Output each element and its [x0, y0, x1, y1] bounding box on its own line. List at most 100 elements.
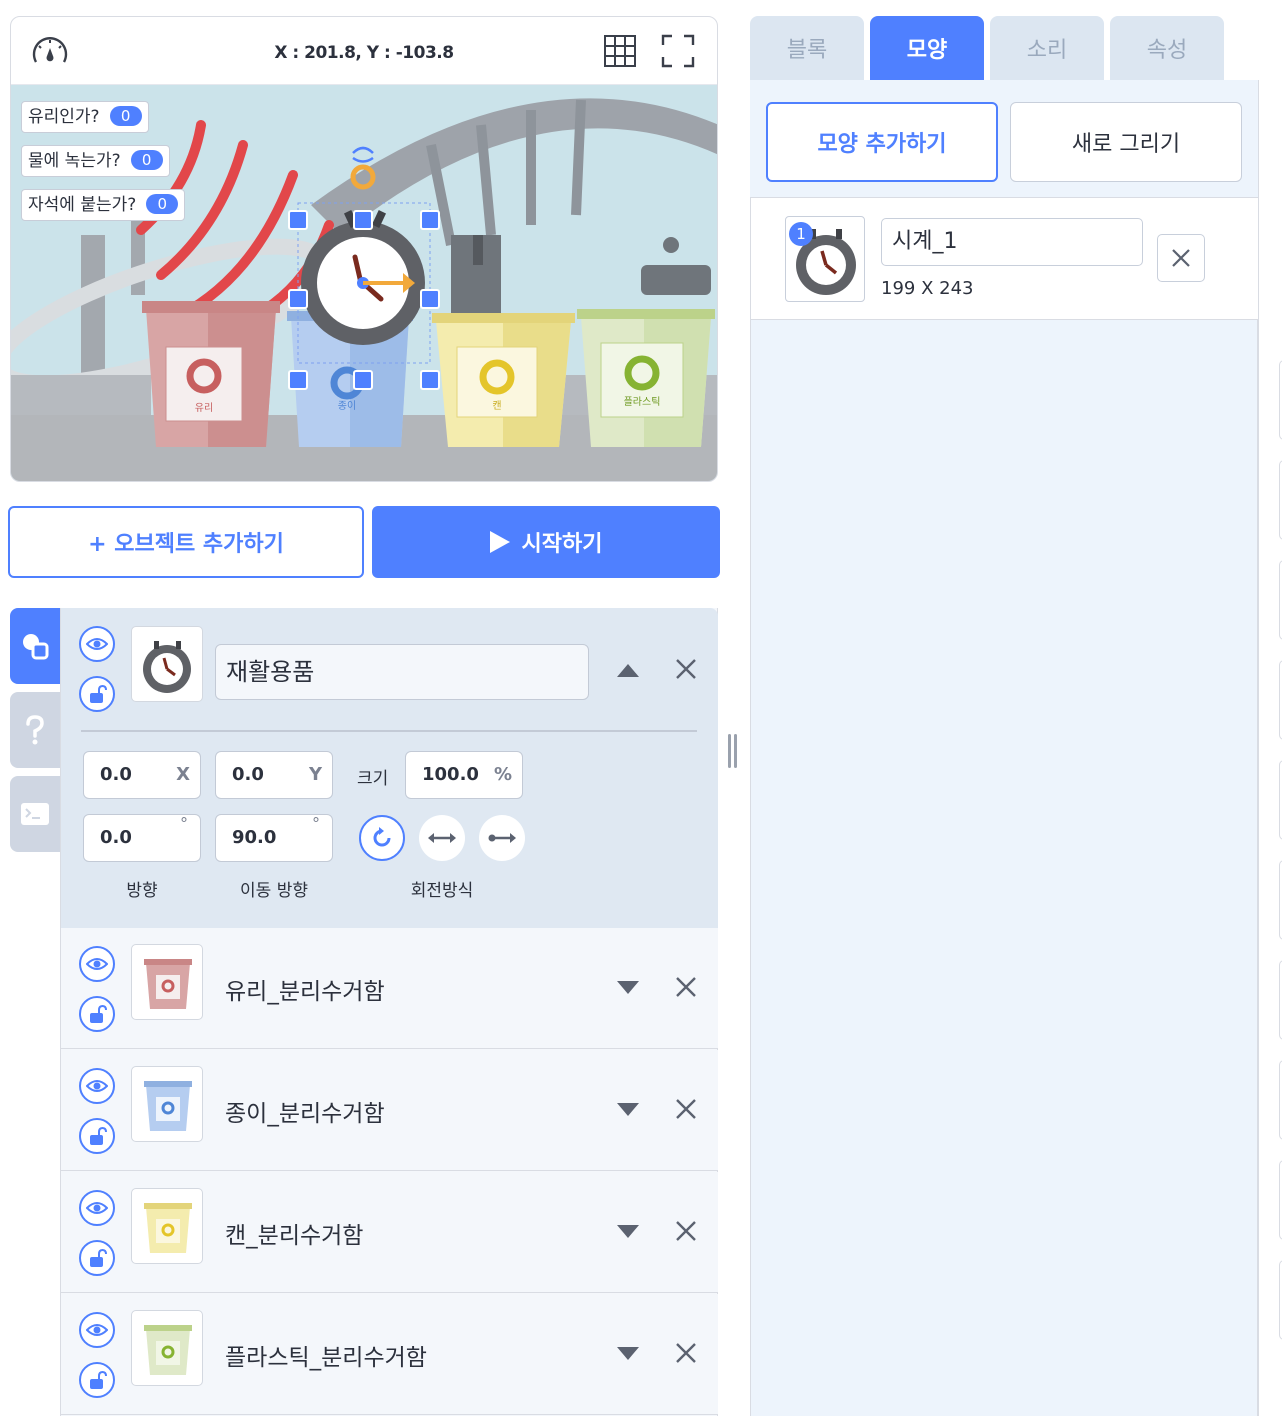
tab-label: 모양	[906, 38, 948, 63]
variable-value: 0	[130, 150, 163, 170]
expand-caret-icon[interactable]	[617, 1103, 639, 1116]
object-name-input[interactable]: 재활용품	[215, 644, 589, 700]
bin-plastic[interactable]	[577, 309, 715, 447]
object-row-plastic[interactable]: 플라스틱_분리수거함	[61, 1294, 718, 1415]
delete-object-icon[interactable]	[673, 1340, 699, 1366]
new-drawing-label: 새로 그리기	[1071, 132, 1181, 157]
rotate-icon	[373, 827, 391, 847]
visibility-eye-icon[interactable]	[79, 1190, 115, 1226]
x-unit: X	[176, 764, 190, 785]
direction-label: 방향	[126, 881, 158, 901]
no-rotate-icon	[488, 833, 516, 843]
add-object-label: + 오브젝트 추가하기	[88, 532, 284, 557]
degree-symbol: °	[180, 814, 188, 833]
help-tab[interactable]	[10, 692, 60, 768]
start-button[interactable]: 시작하기	[372, 506, 720, 578]
visibility-eye-icon[interactable]	[79, 626, 115, 662]
object-thumbnail	[131, 1310, 203, 1386]
expand-caret-icon[interactable]	[617, 1225, 639, 1238]
tab-shapes[interactable]: 모양	[870, 16, 984, 80]
delete-object-icon[interactable]	[673, 1218, 699, 1244]
rotate-free-button[interactable]	[359, 815, 405, 861]
tab-label: 속성	[1146, 38, 1188, 63]
delete-shape-button[interactable]	[1157, 234, 1205, 282]
question-icon	[26, 715, 44, 745]
start-label: 시작하기	[521, 532, 603, 557]
divider	[81, 730, 697, 732]
size-label: 크기	[357, 769, 389, 789]
tab-properties[interactable]: 속성	[1110, 16, 1224, 80]
visibility-eye-icon[interactable]	[79, 946, 115, 982]
object-row-can[interactable]: 캔_분리수거함	[61, 1172, 718, 1293]
degree-symbol: °	[312, 814, 320, 833]
object-name: 플라스틱_분리수거함	[225, 1345, 427, 1371]
size-field[interactable]: 100.0 %	[405, 751, 523, 799]
shape-actions-bar: 모양 추가하기 새로 그리기	[750, 80, 1258, 198]
size-value: 100.0	[422, 764, 479, 785]
rotation-mode-label: 회전방식	[410, 881, 474, 901]
selected-object-card[interactable]: 재활용품 0.0 X 0.0 Y 크기 100.0 % 0.0 ° 90.0 °	[61, 608, 718, 928]
rotate-none-button[interactable]	[479, 815, 525, 861]
variable-monitor-glass[interactable]: 유리인가? 0	[21, 101, 149, 133]
shape-name-input[interactable]: 시계_1	[881, 218, 1143, 266]
move-direction-field[interactable]: 90.0 °	[215, 814, 333, 862]
object-thumbnail	[131, 1188, 203, 1264]
tab-blocks[interactable]: 블록	[750, 16, 864, 80]
direction-value: 0.0	[100, 827, 132, 848]
x-position-field[interactable]: 0.0 X	[83, 751, 201, 799]
object-row-paper[interactable]: 종이_분리수거함	[61, 1050, 718, 1171]
expand-caret-icon[interactable]	[617, 981, 639, 994]
add-object-button[interactable]: + 오브젝트 추가하기	[8, 506, 364, 578]
play-icon	[489, 531, 510, 553]
object-name: 캔_분리수거함	[225, 1223, 364, 1249]
fullscreen-icon[interactable]	[661, 34, 695, 68]
unlock-icon[interactable]	[79, 1362, 115, 1398]
unlock-icon[interactable]	[79, 676, 115, 712]
objects-icon	[23, 634, 49, 660]
collapse-caret-icon[interactable]	[617, 664, 639, 677]
y-value: 0.0	[232, 764, 264, 785]
object-list: 재활용품 0.0 X 0.0 Y 크기 100.0 % 0.0 ° 90.0 °	[60, 608, 718, 1416]
variable-monitor-dissolve[interactable]: 물에 녹는가? 0	[21, 145, 170, 177]
add-shape-label: 모양 추가하기	[817, 132, 947, 157]
variable-value: 0	[146, 194, 179, 214]
variable-label: 유리인가?	[28, 107, 100, 127]
object-row-glass[interactable]: 유리_분리수거함	[61, 928, 718, 1049]
y-unit: Y	[308, 764, 322, 785]
expand-caret-icon[interactable]	[617, 1347, 639, 1360]
tab-label: 블록	[786, 38, 828, 63]
delete-object-icon[interactable]	[673, 1096, 699, 1122]
bin-glass[interactable]	[142, 301, 280, 447]
move-direction-value: 90.0	[232, 827, 277, 848]
object-name: 종이_분리수거함	[225, 1101, 385, 1127]
unlock-icon[interactable]	[79, 1118, 115, 1154]
visibility-eye-icon[interactable]	[79, 1312, 115, 1348]
tab-sounds[interactable]: 소리	[990, 16, 1104, 80]
stage-toolbar: X : 201.8, Y : -103.8	[11, 17, 717, 85]
console-icon	[21, 803, 49, 825]
bin-label-glass: 유리	[195, 402, 213, 414]
bin-can[interactable]	[432, 313, 575, 447]
stage-canvas[interactable]: 유리 종이 캔 플라스틱 유리인가? 0 물에 녹는가? 0 자석에 붙는가? …	[11, 85, 717, 481]
variable-monitor-magnet[interactable]: 자석에 붙는가? 0	[21, 189, 186, 221]
object-tab[interactable]	[10, 608, 60, 684]
panel-resize-handle[interactable]	[728, 734, 738, 768]
delete-object-icon[interactable]	[673, 656, 699, 682]
new-drawing-button[interactable]: 새로 그리기	[1010, 102, 1242, 182]
shape-size-text: 199 X 243	[881, 278, 974, 299]
object-name: 유리_분리수거함	[225, 979, 385, 1005]
shape-item[interactable]: 1 시계_1 199 X 243	[750, 198, 1258, 320]
unlock-icon[interactable]	[79, 1240, 115, 1276]
unlock-icon[interactable]	[79, 996, 115, 1032]
rotate-horizontal-button[interactable]	[419, 815, 465, 861]
direction-field[interactable]: 0.0 °	[83, 814, 201, 862]
horizontal-arrow-icon	[428, 833, 456, 843]
bin-label-plastic: 플라스틱	[624, 396, 661, 408]
y-position-field[interactable]: 0.0 Y	[215, 751, 333, 799]
console-tab[interactable]	[10, 776, 60, 852]
grid-icon[interactable]	[603, 34, 637, 68]
object-thumbnail	[131, 1066, 203, 1142]
visibility-eye-icon[interactable]	[79, 1068, 115, 1104]
delete-object-icon[interactable]	[673, 974, 699, 1000]
add-shape-button[interactable]: 모양 추가하기	[766, 102, 998, 182]
